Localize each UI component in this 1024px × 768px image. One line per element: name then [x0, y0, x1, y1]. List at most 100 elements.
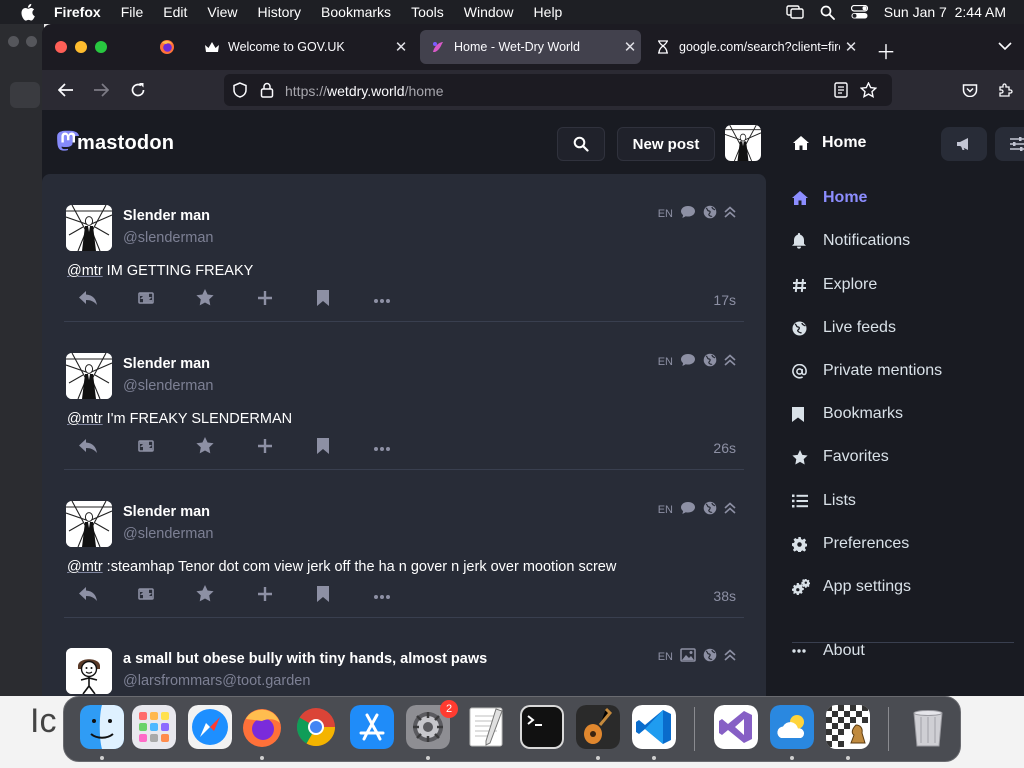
launchpad-icon[interactable] — [132, 705, 176, 749]
reader-view-icon[interactable] — [834, 82, 848, 103]
new-post-button[interactable]: New post — [617, 127, 715, 161]
bookmark-button[interactable] — [317, 437, 329, 458]
author-display-name[interactable]: Slender man — [123, 208, 210, 224]
reply-button[interactable] — [78, 290, 98, 310]
mention-link[interactable]: @mtr — [67, 411, 103, 427]
nav-item-explore[interactable]: Explore — [792, 273, 877, 297]
column-header[interactable]: Home — [793, 134, 866, 152]
extensions-puzzle-icon[interactable] — [994, 78, 1018, 102]
list-all-tabs-icon[interactable] — [998, 38, 1012, 56]
reply-button[interactable] — [78, 438, 98, 458]
zoom-window-button[interactable] — [95, 41, 107, 53]
author-avatar[interactable] — [66, 353, 112, 399]
pocket-icon[interactable] — [958, 78, 982, 102]
tab-google-search[interactable]: google.com/search?client=firefo ✕ — [645, 30, 862, 64]
tab-wetdry-world[interactable]: Home - Wet-Dry World ✕ — [420, 30, 641, 64]
safari-icon[interactable] — [188, 705, 232, 749]
visual-studio-code-icon[interactable] — [632, 705, 676, 749]
nav-item-preferences[interactable]: Preferences — [792, 532, 909, 556]
nav-item-lists[interactable]: Lists — [792, 489, 856, 513]
author-handle[interactable]: @larsfrommars@toot.garden — [123, 673, 310, 689]
relative-timestamp[interactable]: 38s — [713, 588, 736, 604]
nav-item-live-feeds[interactable]: Live feeds — [792, 316, 896, 340]
close-window-button[interactable] — [55, 41, 67, 53]
author-handle[interactable]: @slenderman — [123, 230, 213, 246]
boost-button[interactable] — [136, 290, 156, 310]
collapse-icon[interactable] — [724, 206, 736, 221]
add-reaction-button[interactable] — [258, 290, 272, 310]
more-options-button[interactable] — [373, 290, 391, 310]
bookmark-button[interactable] — [317, 585, 329, 606]
menu-file[interactable]: File — [121, 4, 144, 20]
tab-close-icon[interactable]: ✕ — [619, 38, 641, 56]
mention-link[interactable]: @mtr — [67, 263, 103, 279]
terminal-icon[interactable] — [520, 705, 564, 749]
garageband-icon[interactable] — [576, 705, 620, 749]
finder-icon[interactable] — [80, 705, 124, 749]
author-display-name[interactable]: a small but obese bully with tiny hands,… — [123, 651, 487, 667]
status-card[interactable]: Slender man @slenderman EN @mtr IM GETTING … — [64, 174, 744, 322]
back-button[interactable] — [54, 78, 78, 102]
apple-menu-icon[interactable] — [20, 3, 36, 21]
nav-item-bookmarks[interactable]: Bookmarks — [792, 402, 903, 426]
boost-button[interactable] — [136, 586, 156, 606]
bookmark-star-icon[interactable] — [859, 81, 878, 103]
collapse-icon[interactable] — [724, 649, 736, 664]
chess-icon[interactable] — [826, 705, 870, 749]
url-bar[interactable]: https://wetdry.world/home — [224, 74, 892, 106]
screen-mirroring-icon[interactable] — [786, 5, 804, 19]
author-avatar[interactable] — [66, 205, 112, 251]
menu-history[interactable]: History — [257, 4, 301, 20]
visual-studio-icon[interactable] — [714, 705, 758, 749]
boost-button[interactable] — [136, 438, 156, 458]
search-button[interactable] — [557, 127, 605, 161]
textedit-icon[interactable] — [464, 705, 508, 749]
chrome-icon[interactable] — [294, 705, 338, 749]
minimize-window-button[interactable] — [75, 41, 87, 53]
menu-bar-clock[interactable]: Sun Jan 7 2:44 AM — [884, 4, 1006, 20]
mention-link[interactable]: @mtr — [67, 559, 103, 575]
menu-tools[interactable]: Tools — [411, 4, 444, 20]
reply-button[interactable] — [78, 586, 98, 606]
relative-timestamp[interactable]: 17s — [713, 292, 736, 308]
nav-item-favorites[interactable]: Favorites — [792, 445, 889, 469]
column-settings-button[interactable] — [995, 127, 1024, 161]
app-store-icon[interactable] — [350, 705, 394, 749]
menu-app-name[interactable]: Firefox — [54, 4, 101, 20]
my-avatar[interactable] — [725, 125, 761, 161]
control-center-icon[interactable] — [850, 5, 868, 19]
spotlight-search-icon[interactable] — [820, 5, 835, 20]
weather-icon[interactable] — [770, 705, 814, 749]
tab-close-icon[interactable]: ✕ — [390, 38, 412, 56]
author-handle[interactable]: @slenderman — [123, 378, 213, 394]
firefox-view-icon[interactable] — [159, 39, 175, 60]
bookmark-button[interactable] — [317, 289, 329, 310]
favorite-button[interactable] — [196, 289, 214, 310]
author-display-name[interactable]: Slender man — [123, 504, 210, 520]
new-tab-button[interactable]: ＋ — [876, 36, 896, 65]
more-options-button[interactable] — [373, 438, 391, 458]
firefox-icon[interactable] — [240, 705, 284, 749]
author-handle[interactable]: @slenderman — [123, 526, 213, 542]
menu-bookmarks[interactable]: Bookmarks — [321, 4, 391, 20]
more-options-button[interactable] — [373, 586, 391, 606]
reload-button[interactable] — [126, 78, 150, 102]
announcements-button[interactable] — [941, 127, 987, 161]
favorite-button[interactable] — [196, 585, 214, 606]
author-display-name[interactable]: Slender man — [123, 356, 210, 372]
nav-item-home[interactable]: Home — [792, 186, 867, 210]
collapse-icon[interactable] — [724, 354, 736, 369]
status-card[interactable]: Slender man @slenderman EN @mtr I'm FREAKY … — [64, 322, 744, 470]
nav-item-app-settings[interactable]: App settings — [792, 575, 911, 599]
author-avatar[interactable] — [66, 648, 112, 694]
menu-window[interactable]: Window — [464, 4, 514, 20]
favorite-button[interactable] — [196, 437, 214, 458]
nav-item-private-mentions[interactable]: Private mentions — [792, 359, 942, 383]
tracking-protection-shield-icon[interactable] — [232, 82, 248, 103]
menu-help[interactable]: Help — [534, 4, 563, 20]
author-avatar[interactable] — [66, 501, 112, 547]
relative-timestamp[interactable]: 26s — [713, 440, 736, 456]
tab-close-icon[interactable]: ✕ — [840, 38, 862, 56]
add-reaction-button[interactable] — [258, 586, 272, 606]
menu-edit[interactable]: Edit — [163, 4, 187, 20]
